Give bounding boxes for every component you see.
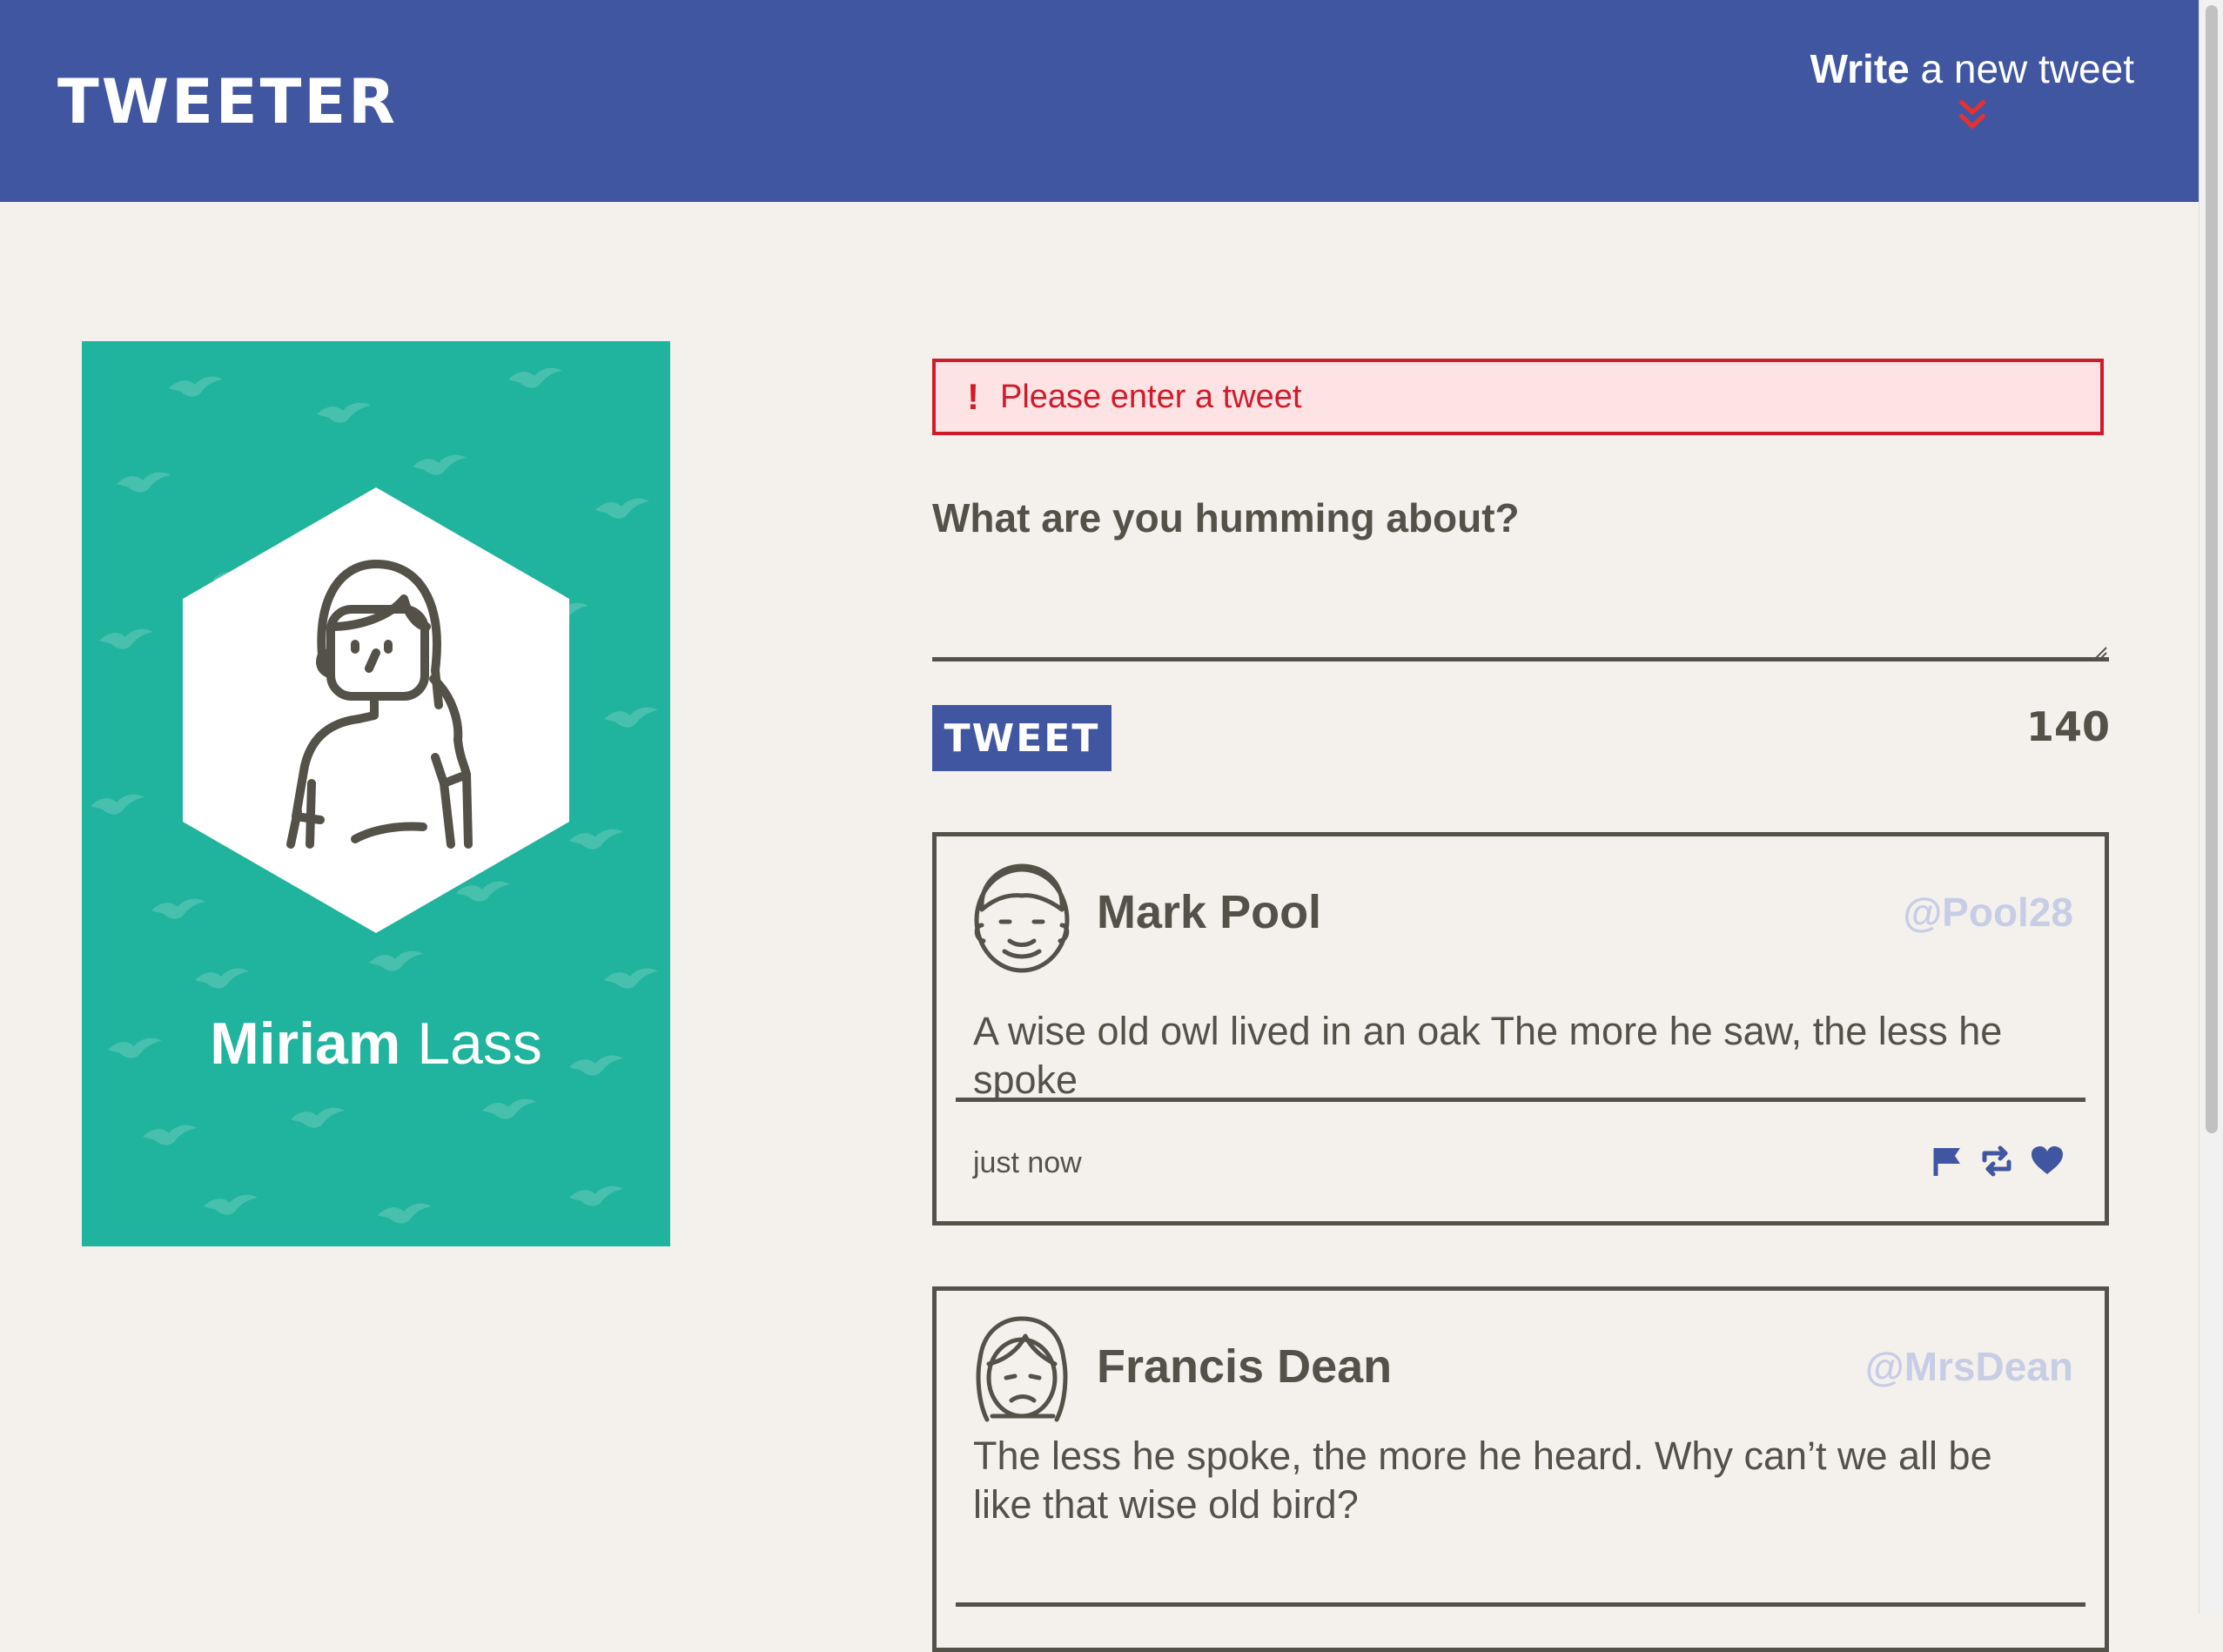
tweet-divider	[956, 1602, 2085, 1607]
scrollbar-thumb[interactable]	[2206, 5, 2218, 1133]
man-avatar-icon	[974, 863, 1070, 973]
tweet-text: A wise old owl lived in an oak The more …	[973, 1009, 2003, 1102]
profile-first-name: Miriam	[210, 1011, 401, 1077]
flag-icon[interactable]	[1931, 1145, 1964, 1182]
woman-avatar-icon	[976, 1316, 1068, 1422]
tweet-textarea[interactable]	[932, 564, 2109, 661]
tweet-divider	[956, 1098, 2085, 1102]
tweet-submit-button[interactable]: TWEET	[932, 705, 1112, 771]
heart-icon[interactable]	[2030, 1145, 2065, 1182]
error-message: ! Please enter a tweet	[932, 359, 2104, 435]
tweet-text: The less he spoke, the more he heard. Wh…	[973, 1434, 1992, 1527]
tweet-prompt-label: What are you humming about?	[932, 495, 1520, 541]
tweet-timestamp: just now	[973, 1146, 1082, 1179]
retweet-icon[interactable]	[1979, 1145, 2014, 1182]
compose-label-bold: Write	[1810, 46, 1910, 91]
error-text: Please enter a tweet	[1000, 378, 1302, 415]
app-logo[interactable]: TWEETER	[57, 66, 398, 138]
tweet-actions	[1931, 1145, 2065, 1182]
tweet-author-name: Francis Dean	[1097, 1340, 1393, 1393]
compose-label: Write a new tweet	[1810, 46, 2134, 91]
compose-label-rest: a new tweet	[1909, 46, 2135, 91]
resize-handle-icon[interactable]	[2093, 646, 2107, 660]
page-scrollbar[interactable]	[2199, 0, 2223, 1614]
tweet-author-handle[interactable]: @MrsDean	[1865, 1343, 2073, 1390]
top-navigation-bar: TWEETER Write a new tweet	[0, 0, 2199, 202]
profile-avatar	[183, 487, 569, 933]
profile-card: Miriam Lass	[82, 341, 670, 1246]
profile-name: Miriam Lass	[82, 1010, 670, 1078]
error-icon: !	[967, 376, 979, 417]
tweet-author-name: Mark Pool	[1097, 886, 1322, 938]
write-new-tweet-toggle[interactable]: Write a new tweet	[1810, 45, 2134, 132]
double-chevron-down-icon	[1958, 99, 1986, 130]
tweet-card: Mark Pool @Pool28 A wise old owl lived i…	[932, 832, 2109, 1226]
tweet-author-handle[interactable]: @Pool28	[1903, 889, 2073, 936]
profile-last-name: Lass	[400, 1011, 542, 1077]
tweet-card: Francis Dean @MrsDean The less he spoke,…	[932, 1286, 2109, 1652]
character-counter: 140	[2025, 703, 2110, 750]
